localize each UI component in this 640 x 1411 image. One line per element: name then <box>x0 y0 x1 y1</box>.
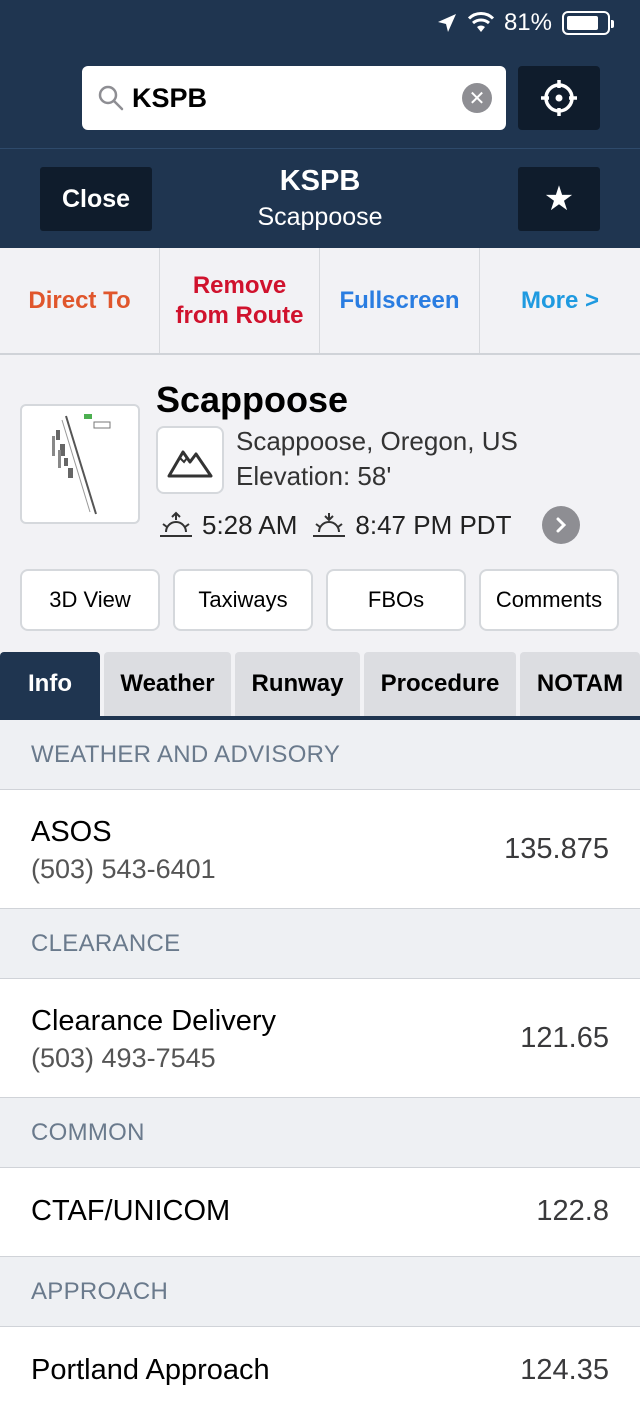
airport-name: Scappoose <box>156 379 349 420</box>
sun-details-button[interactable] <box>542 506 580 544</box>
frequency-value[interactable]: 122.8 <box>536 1195 609 1228</box>
battery-icon <box>562 11 614 35</box>
fullscreen-button[interactable]: Fullscreen <box>320 248 480 353</box>
sun-times: 5:28 AM 8:47 PM PDT <box>158 505 511 545</box>
clear-search-icon[interactable]: ✕ <box>462 83 492 113</box>
3d-view-button[interactable]: 3D View <box>20 569 160 631</box>
airport-elevation: Elevation: 58' <box>236 461 392 491</box>
frequency-list: WEATHER AND ADVISORY ASOS (503) 543-6401… <box>0 720 640 1411</box>
crosshair-icon <box>541 80 577 116</box>
fbos-button[interactable]: FBOs <box>326 569 466 631</box>
frequency-name: CTAF/UNICOM <box>31 1195 231 1227</box>
section-header: WEATHER AND ADVISORY <box>0 720 640 790</box>
sunrise-time: 5:28 AM <box>202 509 298 540</box>
direct-to-button[interactable]: Direct To <box>0 248 160 353</box>
frequency-value[interactable]: 121.65 <box>520 1022 609 1055</box>
tab-bar: Info Weather Runway Procedure NOTAM <box>0 652 640 720</box>
tab-notam[interactable]: NOTAM <box>520 652 640 716</box>
wifi-icon <box>467 12 494 32</box>
section-header: COMMON <box>0 1098 640 1168</box>
remove-from-route-button[interactable]: Remove from Route <box>160 248 320 353</box>
mountain-icon <box>156 426 224 494</box>
comments-button[interactable]: Comments <box>479 569 619 631</box>
top-bar: 81% KSPB ✕ <box>0 0 640 148</box>
phone-number[interactable]: (503) 543-6401 <box>31 854 216 885</box>
location-arrow-icon <box>437 14 456 32</box>
status-bar: 81% <box>436 8 614 38</box>
star-icon: ★ <box>543 180 575 218</box>
airport-view-buttons: 3D View Taxiways FBOs Comments <box>20 569 620 631</box>
sunrise-icon <box>160 511 192 537</box>
airport-location: Scappoose, Oregon, US <box>236 426 518 456</box>
list-item[interactable]: ASOS (503) 543-6401 135.875 <box>0 790 640 909</box>
section-header: APPROACH <box>0 1257 640 1327</box>
search-field[interactable]: KSPB ✕ <box>82 66 506 130</box>
frequency-name: ASOS <box>31 816 112 848</box>
taxiways-button[interactable]: Taxiways <box>173 569 313 631</box>
sunset-time: 8:47 PM PDT <box>355 509 512 540</box>
chevron-right-icon <box>556 517 567 533</box>
list-item[interactable]: Clearance Delivery (503) 493-7545 121.65 <box>0 979 640 1098</box>
airport-diagram-thumbnail[interactable] <box>20 404 140 524</box>
airport-summary: Scappoose Scappoose, Oregon, US Elevatio… <box>0 355 640 652</box>
phone-number[interactable]: (503) 493-7545 <box>31 1043 216 1074</box>
list-item[interactable]: Portland Approach 124.35 <box>0 1327 640 1411</box>
more-button[interactable]: More > <box>480 248 640 353</box>
action-bar: Direct To Remove from Route Fullscreen M… <box>0 248 640 355</box>
favorite-button[interactable]: ★ <box>518 167 600 231</box>
nav-bar: Close KSPB Scappoose ★ <box>0 148 640 248</box>
sunset-icon <box>313 513 346 537</box>
battery-percent: 81% <box>503 9 552 36</box>
locate-button[interactable] <box>518 66 600 130</box>
section-header: CLEARANCE <box>0 909 640 979</box>
tab-procedure[interactable]: Procedure <box>364 652 516 716</box>
list-item[interactable]: CTAF/UNICOM 122.8 <box>0 1168 640 1257</box>
tab-weather[interactable]: Weather <box>104 652 231 716</box>
frequency-name: Portland Approach <box>31 1354 270 1386</box>
tab-info[interactable]: Info <box>0 652 100 716</box>
search-icon <box>98 85 124 111</box>
tab-runway[interactable]: Runway <box>235 652 360 716</box>
frequency-value[interactable]: 135.875 <box>504 833 609 866</box>
frequency-name: Clearance Delivery <box>31 1005 276 1037</box>
airport-diagram-icon <box>52 414 111 515</box>
search-input[interactable]: KSPB <box>132 83 462 114</box>
frequency-value[interactable]: 124.35 <box>520 1354 609 1387</box>
